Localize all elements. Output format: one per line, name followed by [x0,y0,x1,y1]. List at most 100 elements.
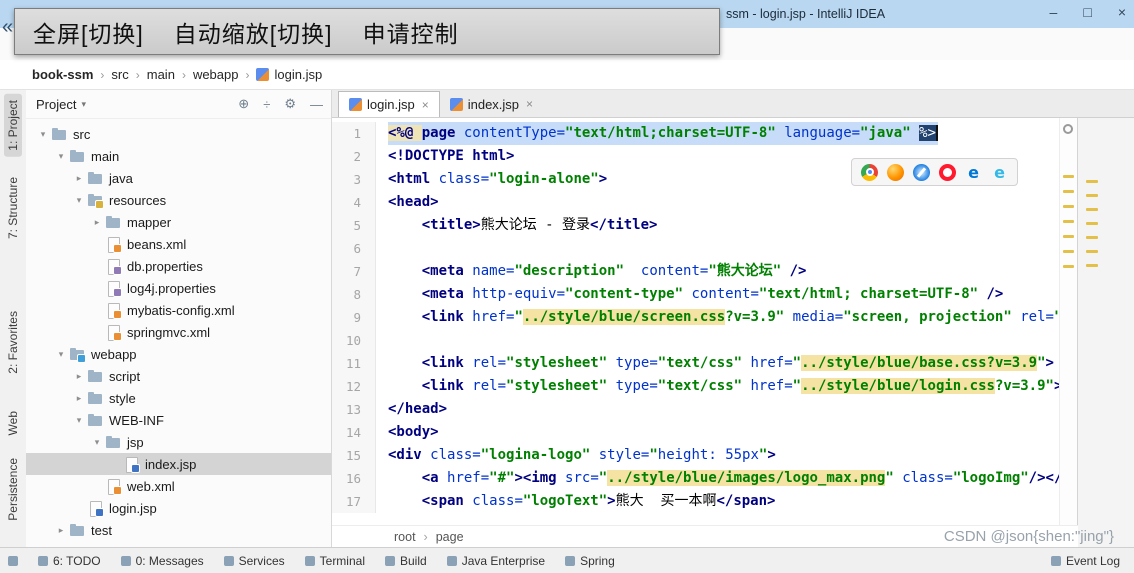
tree-item-test[interactable]: ▸ test [26,519,331,541]
status-item-java-enterprise[interactable]: Java Enterprise [446,554,545,568]
tree-item-jsp[interactable]: ▾ jsp [26,431,331,453]
warning-mark-icon[interactable] [1063,175,1074,178]
warning-mark-icon[interactable] [1086,222,1098,225]
fullscreen-toggle-button[interactable]: 全屏[切换] [33,15,144,49]
tool-window-switcher-icon[interactable] [8,555,18,566]
safari-icon[interactable] [913,163,930,181]
code-line-16[interactable]: 16 <a href="#"><img src="../style/blue/i… [332,467,1078,490]
tree-item-mapper[interactable]: ▸ mapper [26,211,331,233]
tree-item-mybatis-config-xml[interactable]: mybatis-config.xml [26,299,331,321]
code-line-14[interactable]: 14 <body> [332,421,1078,444]
code-line-15[interactable]: 15 <div class="logina-logo" style="height… [332,444,1078,467]
status-item-services[interactable]: Services [223,554,285,568]
warning-mark-icon[interactable] [1086,180,1098,183]
hide-panel-icon[interactable]: — [310,97,323,112]
status-item-terminal[interactable]: Terminal [304,554,365,568]
stripe-item-1-project[interactable]: 1: Project [4,94,22,157]
warning-mark-icon[interactable] [1063,205,1074,208]
tree-item-springmvc-xml[interactable]: springmvc.xml [26,321,331,343]
tree-item-index-jsp[interactable]: index.jsp [26,453,331,475]
warning-mark-icon[interactable] [1086,250,1098,253]
tree-item-web-xml[interactable]: web.xml [26,475,331,497]
tree-item-main[interactable]: ▾ main [26,145,331,167]
warning-mark-icon[interactable] [1086,208,1098,211]
code-line-9[interactable]: 9 <link href="../style/blue/screen.css?v… [332,306,1078,329]
ie-icon[interactable] [991,164,1008,181]
breadcrumb-login-jsp[interactable]: login.jsp [274,67,322,82]
edge-icon[interactable] [965,164,982,181]
tree-item-script[interactable]: ▸ script [26,365,331,387]
expand-arrow-icon[interactable]: ▸ [54,525,68,536]
autoscale-toggle-button[interactable]: 自动缩放[切换] [174,15,333,49]
code-line-11[interactable]: 11 <link rel="stylesheet" type="text/css… [332,352,1078,375]
stripe-item-7-structure[interactable]: 7: Structure [4,171,22,245]
tree-item-db-properties[interactable]: db.properties [26,255,331,277]
tab-index-jsp[interactable]: index.jsp × [440,91,543,117]
status-item-0-messages[interactable]: 0: Messages [120,554,204,568]
collapse-arrow-icon[interactable]: ▾ [54,349,68,360]
code-line-7[interactable]: 7 <meta name="description" content="熊大论坛… [332,260,1078,283]
gear-icon[interactable]: ⚙ [284,96,296,112]
tree-item-java[interactable]: ▸ java [26,167,331,189]
opera-icon[interactable] [939,163,956,181]
tree-item-web-inf[interactable]: ▾ WEB-INF [26,409,331,431]
tree-item-log4j-properties[interactable]: log4j.properties [26,277,331,299]
collapse-all-icon[interactable]: ÷ [263,97,270,112]
warning-mark-icon[interactable] [1086,236,1098,239]
breadcrumb-project[interactable]: book-ssm [32,67,93,82]
tab-login-jsp[interactable]: login.jsp × [338,91,440,117]
breadcrumb-page-tag[interactable]: page [436,530,464,544]
firefox-icon[interactable] [887,163,904,181]
tree-item-resources[interactable]: ▾ resources [26,189,331,211]
minimize-icon[interactable]: – [1050,4,1058,20]
expand-arrow-icon[interactable]: ▸ [72,173,86,184]
warning-mark-icon[interactable] [1086,194,1098,197]
tree-item-style[interactable]: ▸ style [26,387,331,409]
request-control-button[interactable]: 申请控制 [363,15,459,49]
status-item-build[interactable]: Build [385,554,427,568]
status-item-spring[interactable]: Spring [565,554,615,568]
warning-mark-icon[interactable] [1063,250,1074,253]
maximize-icon[interactable]: □ [1083,4,1091,20]
code-line-4[interactable]: 4 <head> [332,191,1078,214]
tree-item-login-jsp[interactable]: login.jsp [26,497,331,519]
expand-arrow-icon[interactable]: ▸ [72,393,86,404]
warning-mark-icon[interactable] [1063,265,1074,268]
chrome-icon[interactable] [861,163,878,181]
code-line-12[interactable]: 12 <link rel="stylesheet" type="text/css… [332,375,1078,398]
collapse-arrow-icon[interactable]: ▾ [54,151,68,162]
status-item-6-todo[interactable]: 6: TODO [38,554,101,568]
warning-mark-icon[interactable] [1063,220,1074,223]
stripe-item-2-favorites[interactable]: 2: Favorites [4,305,22,380]
close-tab-icon[interactable]: × [526,97,533,111]
close-icon[interactable]: × [1118,4,1126,20]
tree-item-beans-xml[interactable]: beans.xml [26,233,331,255]
collapse-arrow-icon[interactable]: ▾ [72,195,86,206]
collapse-arrow-icon[interactable]: ▾ [36,129,50,140]
code-line-1[interactable]: 1 <%@ page contentType="text/html;charset… [332,122,1078,145]
code-editor[interactable]: 1 <%@ page contentType="text/html;charset… [332,118,1078,525]
collapse-arrow-icon[interactable]: ▾ [72,415,86,426]
stripe-item-persistence[interactable]: Persistence [4,452,22,527]
warning-mark-icon[interactable] [1063,190,1074,193]
warning-mark-icon[interactable] [1086,264,1098,267]
code-line-17[interactable]: 17 <span class="logoText">熊大 买一本啊</span> [332,490,1078,513]
close-tab-icon[interactable]: × [422,98,429,112]
chevron-down-icon[interactable]: ▾ [81,99,86,110]
expand-arrow-icon[interactable]: ▸ [72,371,86,382]
code-line-8[interactable]: 8 <meta http-equiv="content-type" conten… [332,283,1078,306]
stripe-item-web[interactable]: Web [4,405,22,441]
code-line-6[interactable]: 6 [332,237,1078,260]
breadcrumb-webapp[interactable]: webapp [193,67,239,82]
code-line-5[interactable]: 5 <title>熊大论坛 - 登录</title> [332,214,1078,237]
event-log-button[interactable]: Event Log [1050,554,1120,568]
breadcrumb-src[interactable]: src [111,67,128,82]
code-line-10[interactable]: 10 [332,329,1078,352]
inspection-status-icon[interactable] [1063,124,1073,134]
breadcrumb-root-tag[interactable]: root [394,530,416,544]
warning-mark-icon[interactable] [1063,235,1074,238]
expand-arrow-icon[interactable]: ▸ [90,217,104,228]
breadcrumb-main[interactable]: main [147,67,175,82]
code-line-13[interactable]: 13 </head> [332,398,1078,421]
collapse-arrow-icon[interactable]: ▾ [90,437,104,448]
